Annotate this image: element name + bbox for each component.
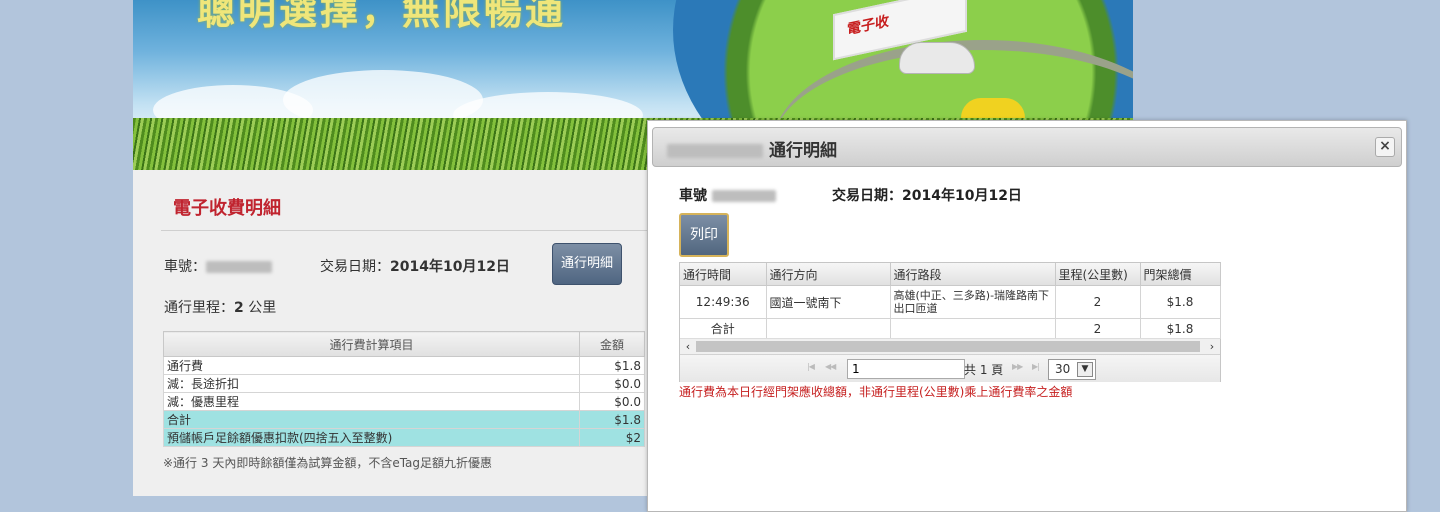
fee-detail-header: 電子收費明細 (173, 198, 281, 219)
horizontal-scrollbar[interactable]: ‹ › (680, 338, 1220, 354)
chevron-down-icon[interactable]: ▼ (1077, 362, 1093, 377)
column-header[interactable]: 門架總價 (1140, 263, 1221, 286)
fee-item: 減：長途折扣 (163, 374, 580, 393)
fee-amount: $2 (579, 428, 645, 447)
table-row: 通行費 $1.8 (163, 356, 645, 375)
pager: |◀ ◀◀ 共 1 頁 ▶▶ ▶| 30 ▼ (680, 354, 1220, 382)
redacted-plate (711, 190, 776, 202)
fee-amount: $1.8 (579, 410, 645, 429)
cell-price: $1.8 (1140, 318, 1221, 339)
date-line: 交易日期：2014年10月12日 (320, 259, 510, 275)
cell-segment (890, 318, 1056, 339)
white-car-illustration (899, 42, 975, 74)
print-button[interactable]: 列印 (679, 213, 729, 257)
scrollbar-thumb[interactable] (696, 341, 1200, 352)
dialog-date-line: 交易日期：2014年10月12日 (832, 188, 1022, 204)
travel-grid: 通行時間 通行方向 通行路段 里程(公里數) 門架總價 12:49:36 國道一… (679, 262, 1221, 382)
divider (161, 230, 651, 231)
cell-segment: 高雄(中正、三多路)-瑞隆路南下出口匝道 (890, 285, 1056, 319)
redacted-plate (667, 144, 763, 158)
cell-km: 2 (1055, 318, 1141, 339)
dialog-plate-line: 車號 (679, 185, 776, 205)
table-row: 減：優惠里程 $0.0 (163, 392, 645, 411)
cell-price: $1.8 (1140, 285, 1221, 319)
column-header[interactable]: 通行時間 (680, 263, 767, 286)
fee-table: 通行費計算項目 金額 通行費 $1.8 減：長途折扣 $0.0 減：優惠里程 $… (163, 331, 645, 447)
page-size-select[interactable]: 30 ▼ (1048, 359, 1096, 380)
column-header: 通行費計算項目 (163, 331, 580, 357)
scroll-right-icon[interactable]: › (1205, 339, 1219, 354)
travel-table: 通行時間 通行方向 通行路段 里程(公里數) 門架總價 12:49:36 國道一… (680, 263, 1221, 339)
banner-title: 聰明選擇，無限暢通 (197, 0, 567, 33)
table-row-total[interactable]: 合計 2 $1.8 (680, 318, 1221, 339)
cell-time: 12:49:36 (680, 285, 767, 319)
fee-amount: $0.0 (579, 392, 645, 411)
prev-page-icon[interactable]: ◀◀ (825, 362, 836, 371)
table-row-prepaid: 預儲帳戶足餘額優惠扣款(四捨五入至整數) $2 (163, 428, 645, 447)
travel-detail-button[interactable]: 通行明細 (552, 243, 622, 285)
page-total: 共 1 頁 (964, 363, 1004, 377)
fee-item: 合計 (163, 410, 580, 429)
dialog-note: 通行費為本日行經門架應收總額，非通行里程(公里數)乘上通行費率之金額 (679, 385, 1073, 399)
mileage-line: 通行里程：2 公里 (164, 300, 277, 316)
fee-amount: $1.8 (579, 356, 645, 375)
last-page-icon[interactable]: ▶| (1032, 362, 1040, 371)
table-row: 減：長途折扣 $0.0 (163, 374, 645, 393)
fee-item: 減：優惠里程 (163, 392, 580, 411)
travel-detail-dialog: 通行明細 × 車號 交易日期：2014年10月12日 列印 通行時間 通行方向 … (647, 120, 1407, 512)
table-row[interactable]: 12:49:36 國道一號南下 高雄(中正、三多路)-瑞隆路南下出口匝道 2 $… (680, 285, 1221, 319)
fee-item: 預儲帳戶足餘額優惠扣款(四捨五入至整數) (163, 428, 580, 447)
next-page-icon[interactable]: ▶▶ (1012, 362, 1023, 371)
dialog-titlebar[interactable]: 通行明細 × (652, 127, 1402, 167)
table-row-total: 合計 $1.8 (163, 410, 645, 429)
cell-direction: 國道一號南下 (766, 285, 891, 319)
page-number-input[interactable] (847, 359, 965, 379)
column-header[interactable]: 里程(公里數) (1055, 263, 1141, 286)
column-header[interactable]: 通行方向 (766, 263, 891, 286)
fee-amount: $0.0 (579, 374, 645, 393)
close-icon[interactable]: × (1375, 137, 1395, 157)
column-header: 金額 (579, 331, 645, 357)
scroll-left-icon[interactable]: ‹ (681, 339, 695, 354)
plate-line: 車號： (164, 256, 272, 276)
cell-km: 2 (1055, 285, 1141, 319)
dialog-title: 通行明細 (667, 136, 837, 161)
fee-note: ※通行 3 天內即時餘額僅為試算金額，不含eTag足額九折優惠 (163, 456, 493, 470)
first-page-icon[interactable]: |◀ (807, 362, 815, 371)
fee-item: 通行費 (163, 356, 580, 375)
cell-direction (766, 318, 891, 339)
cell-time: 合計 (680, 318, 767, 339)
redacted-plate (206, 261, 272, 273)
column-header[interactable]: 通行路段 (890, 263, 1056, 286)
